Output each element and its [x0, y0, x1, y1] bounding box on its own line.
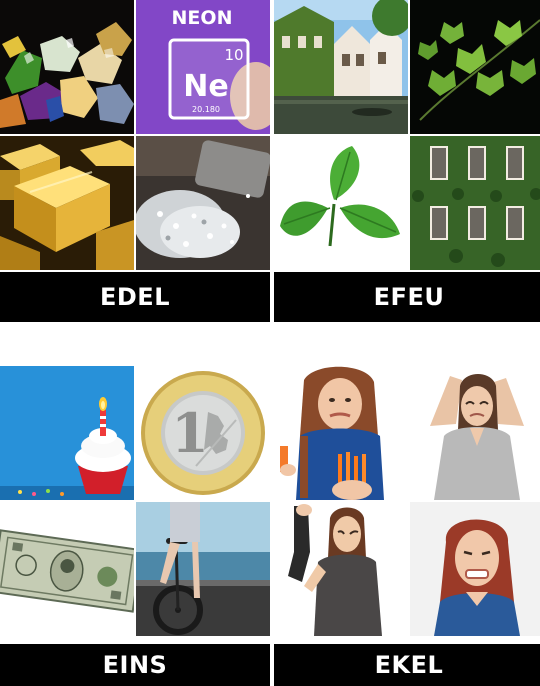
answer-word-label: EFEU [274, 272, 540, 322]
disgusted-girl-image [274, 366, 408, 500]
puzzle-card-eins[interactable]: 1 EINS [0, 366, 270, 686]
neon-title: NEON [172, 7, 233, 29]
coin-numeral: 1 [171, 401, 209, 465]
ivy-leaves-image [410, 0, 540, 134]
grimacing-woman-image [410, 502, 540, 636]
birthday-cupcake-image [0, 366, 134, 500]
neon-symbol: Ne [183, 69, 228, 104]
armpit-smell-image [410, 366, 540, 500]
neon-atomic-number: 10 [224, 46, 243, 64]
diamonds-image [136, 136, 270, 270]
ivy-covered-wall-image [410, 136, 540, 270]
dollar-bill-image [0, 502, 134, 636]
answer-word-label: EDEL [0, 272, 270, 322]
neon-element-image: NEON 10 Ne 20.180 [136, 0, 270, 134]
unicycle-image [136, 502, 270, 636]
gemstones-image [0, 0, 134, 134]
neon-atomic-mass: 20.180 [192, 105, 220, 114]
gold-bars-image [0, 136, 134, 270]
answer-word-label: EKEL [274, 644, 540, 686]
answer-word-label: EINS [0, 644, 270, 686]
euro-coin-image: 1 [136, 366, 270, 500]
puzzle-card-edel[interactable]: NEON 10 Ne 20.180 EDEL [0, 0, 270, 322]
ivy-houses-canal-image [274, 0, 408, 134]
puzzle-card-ekel[interactable]: EKEL [274, 366, 540, 686]
puzzle-card-efeu[interactable]: EFEU [274, 0, 540, 322]
smelly-sock-image [274, 502, 408, 636]
ivy-leaf-image [274, 136, 408, 270]
